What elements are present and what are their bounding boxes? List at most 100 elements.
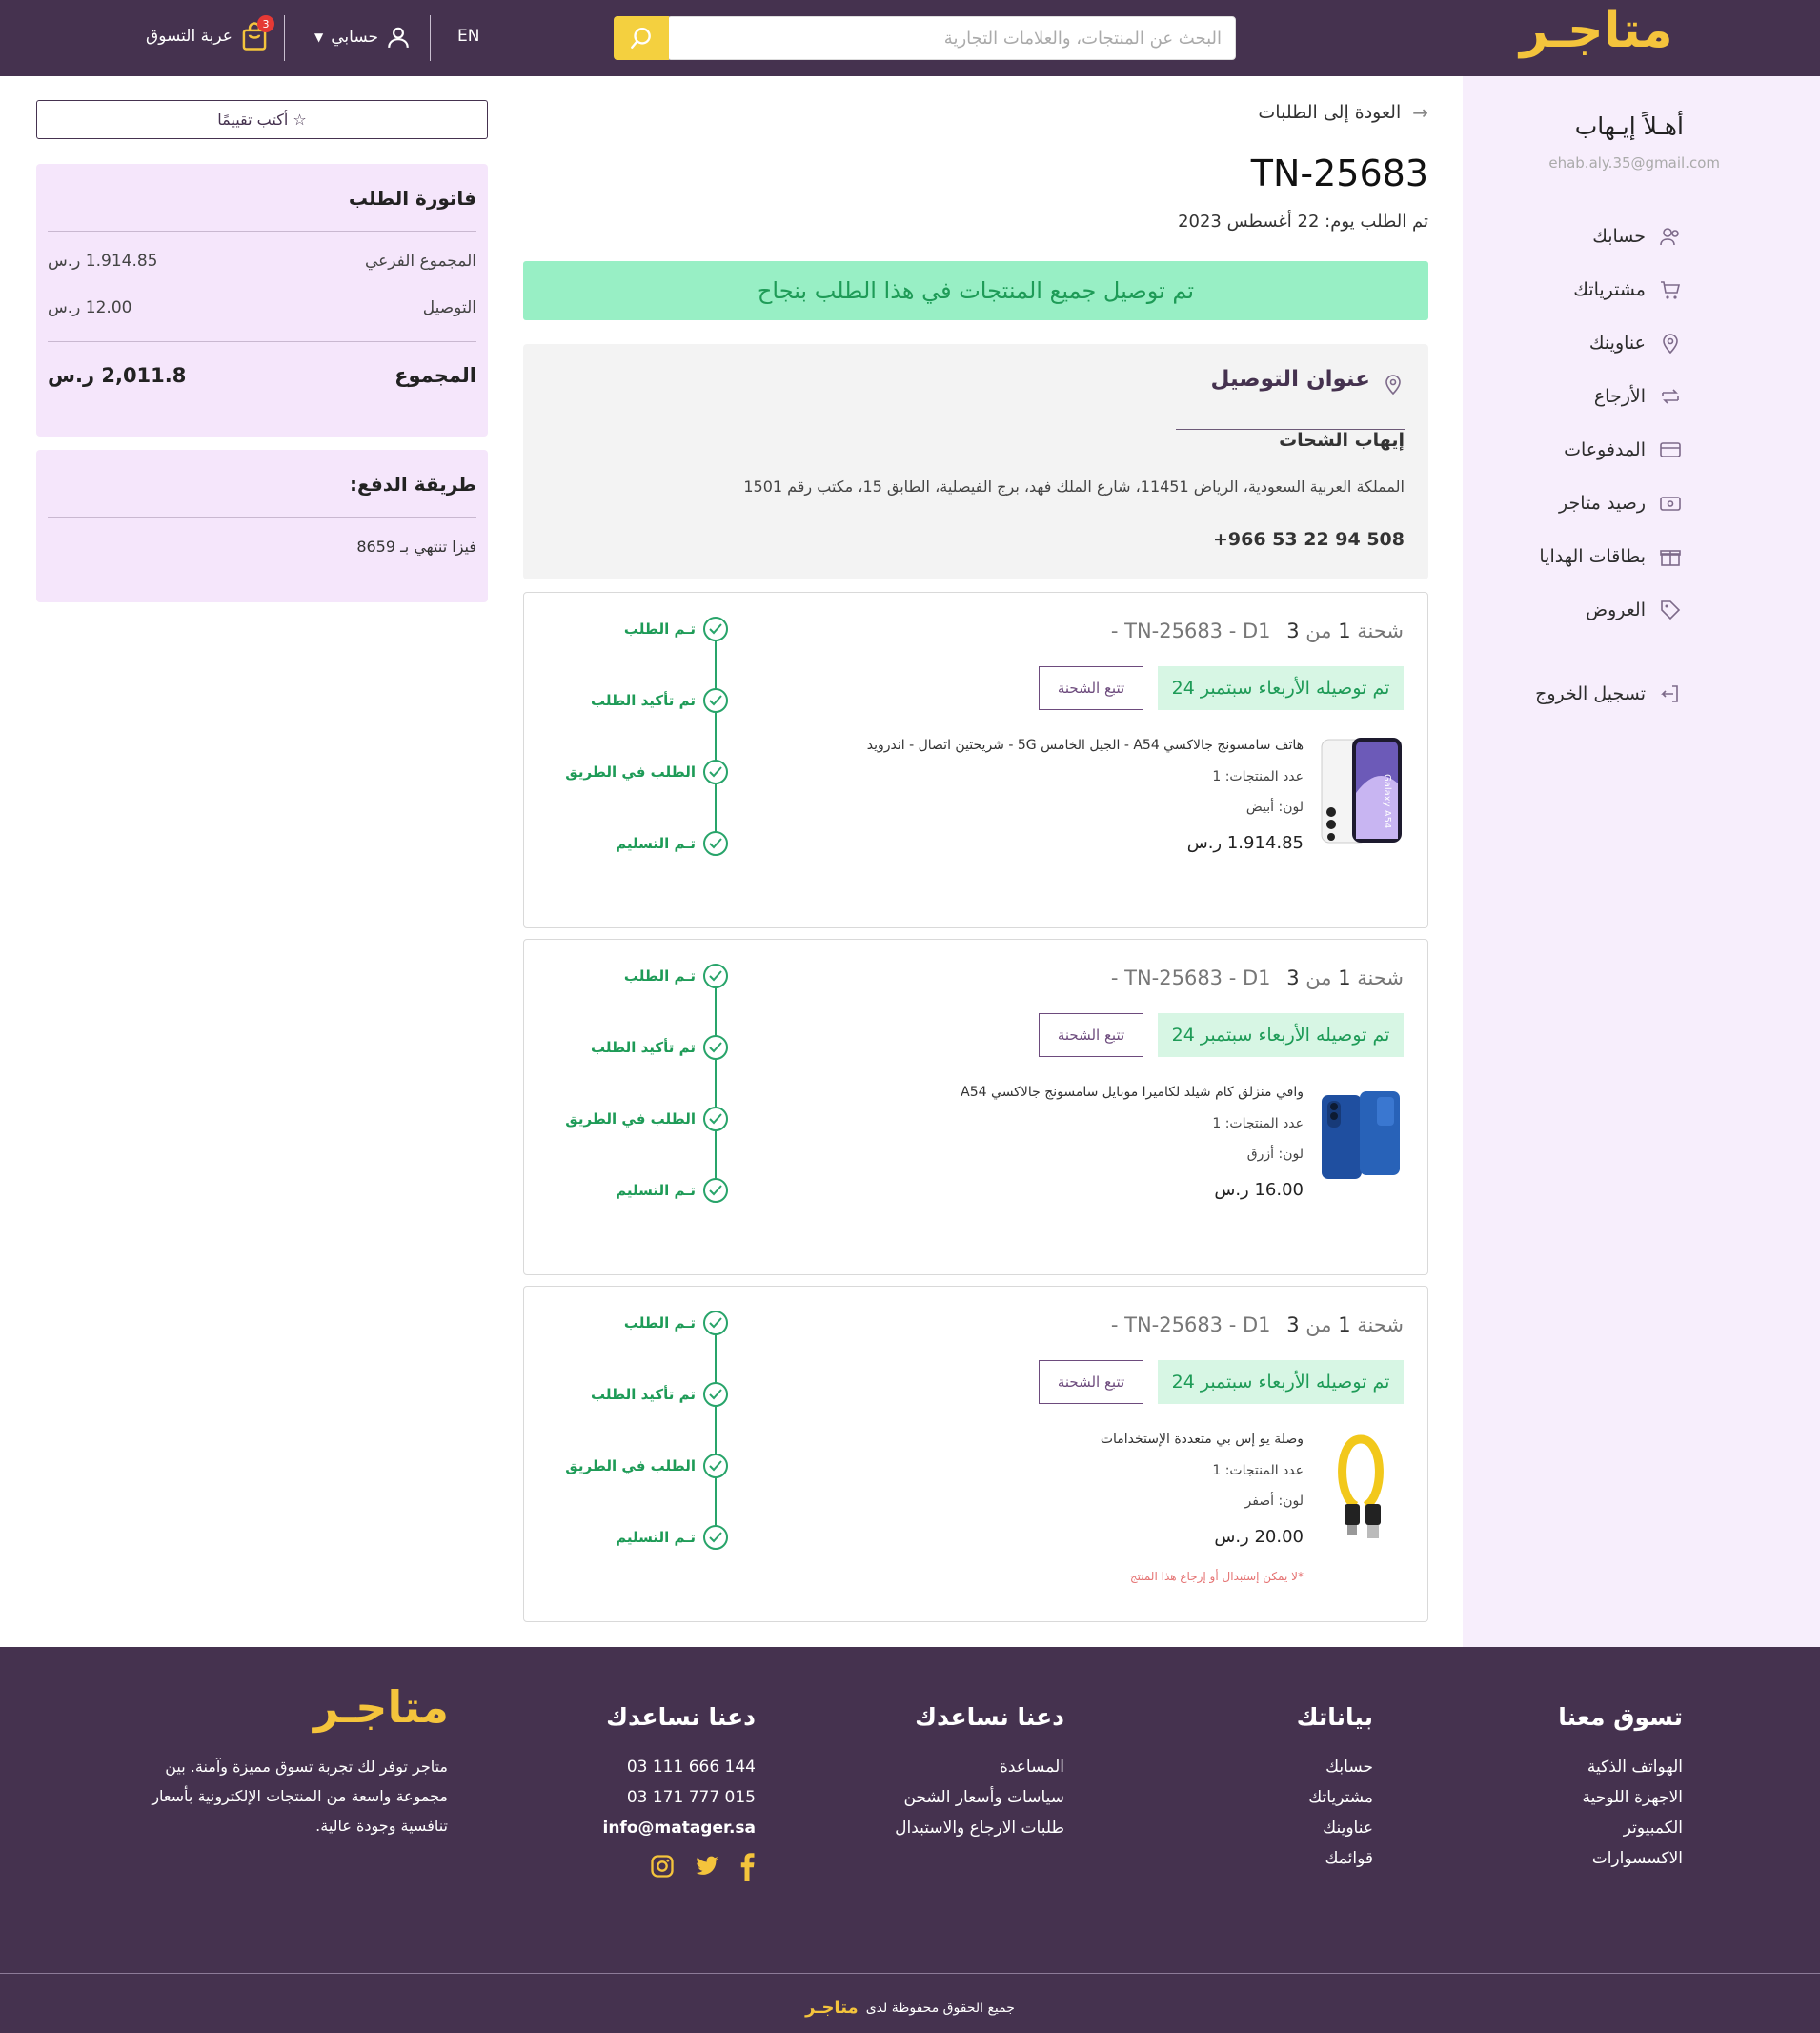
footer-link[interactable]: الكمبيوتر: [1624, 1819, 1683, 1838]
check-circle-icon: [703, 1107, 728, 1131]
product-color: لون: أبيض: [1245, 800, 1304, 815]
footer-link[interactable]: قوائمك: [1325, 1849, 1373, 1868]
footer-email[interactable]: info@matager.sa: [603, 1819, 757, 1838]
track-shipment-button[interactable]: تتبع الشحنة: [1039, 666, 1143, 710]
svg-text:Galaxy A54: Galaxy A54: [1382, 774, 1392, 828]
check-circle-icon: [703, 1382, 728, 1407]
timeline-step-confirmed: تم تأكيد الطلب: [590, 1039, 696, 1056]
search-input[interactable]: [688, 17, 1222, 59]
footer-about-line: تنافسية وجودة عالية.: [315, 1817, 448, 1835]
sidebar-item-offers[interactable]: العروض: [1586, 599, 1682, 621]
search-icon: [631, 28, 651, 49]
check-circle-icon: [703, 1525, 728, 1550]
divider: [0, 1973, 1820, 1974]
footer-link[interactable]: الاكسسوارات: [1592, 1849, 1683, 1868]
sidebar-item-returns[interactable]: الأرجاع: [1594, 385, 1682, 408]
sidebar-item-addresses[interactable]: عناوينك: [1589, 332, 1682, 355]
cart-button[interactable]: عربة التسوق 3: [146, 15, 274, 51]
instagram-icon[interactable]: [649, 1853, 676, 1880]
track-shipment-button[interactable]: تتبع الشحنة: [1039, 1013, 1143, 1057]
product-name[interactable]: هاتف سامسونج جالاكسي A54 - الجيل الخامس …: [867, 738, 1304, 753]
non-returnable-note: *لا يمكن إستبدال أو إرجاع هذا المنتج: [1129, 1570, 1304, 1583]
card-icon: [1660, 442, 1681, 457]
timeline-step-confirmed: تم تأكيد الطلب: [590, 1386, 696, 1403]
timeline-step-on-the-way: الطلب في الطريق: [565, 1110, 696, 1128]
top-navbar: متاجـر EN ▼ حسابي عربة التسوق 3: [0, 0, 1820, 76]
check-circle-icon: [703, 688, 728, 713]
timeline-step-delivered: تـم التسليم: [616, 1529, 696, 1546]
logout-icon: [1661, 685, 1678, 702]
facebook-icon[interactable]: [738, 1852, 756, 1881]
shipping-label: التوصيل: [422, 298, 476, 317]
product-qty: عدد المنتجات: 1: [1212, 769, 1304, 784]
shipping-value: 12.00 ر.س: [48, 298, 132, 317]
address-title-text: عنوان التوصيل: [1210, 367, 1370, 392]
product-image-phone[interactable]: Galaxy A54: [1318, 736, 1404, 845]
site-footer: تسوق معنا الهواتف الذكية الاجهزة اللوحية…: [0, 1647, 1820, 2033]
footer-link[interactable]: حسابك: [1325, 1758, 1373, 1777]
wallet-icon: [1660, 497, 1681, 511]
language-switch[interactable]: EN: [457, 27, 479, 46]
twitter-icon[interactable]: [693, 1853, 721, 1880]
footer-link[interactable]: مشترياتك: [1308, 1788, 1373, 1807]
timeline-step-ordered: تـم الطلب: [623, 967, 696, 985]
sidebar-item-label: عناوينك: [1588, 333, 1646, 354]
footer-link[interactable]: المساعدة: [1000, 1758, 1064, 1777]
sidebar-item-purchases[interactable]: مشترياتك: [1573, 278, 1682, 301]
copyright-text: جميع الحقوق محفوظة لدى: [865, 2000, 1015, 2016]
user-email: ehab.aly.35@gmail.com: [1548, 154, 1720, 172]
footer-about-line: متاجر توفر لك تجربة تسوق مميزة وآمنة. بي…: [165, 1758, 448, 1776]
shipment-card: شحنة 1 من 3 TN-25683 - D1 - تم توصيله ال…: [523, 939, 1428, 1275]
footer-phone[interactable]: 03 111 666 144: [627, 1758, 756, 1777]
timeline-step-ordered: تـم الطلب: [623, 620, 696, 638]
back-to-orders-link[interactable]: → العودة إلى الطلبات: [1258, 101, 1428, 124]
caret-down-icon: ▼: [314, 30, 324, 44]
divider: [48, 341, 476, 342]
footer-phone[interactable]: 03 171 777 015: [627, 1788, 756, 1807]
check-circle-icon: [703, 831, 728, 856]
location-icon: [1663, 334, 1678, 355]
sidebar-item-label: بطاقات الهدايا: [1539, 546, 1646, 567]
timeline-step-confirmed: تم تأكيد الطلب: [590, 692, 696, 709]
footer-heading-help: دعنا نساعدك: [915, 1703, 1064, 1731]
footer-link[interactable]: سياسات وأسعار الشحن: [903, 1788, 1064, 1807]
check-circle-icon: [703, 1178, 728, 1203]
delivery-address-card: عنوان التوصيل إيهاب الشحات المملكة العرب…: [523, 344, 1428, 579]
sidebar-item-label: رصيد متاجر: [1559, 493, 1646, 514]
payment-method-card: طريقة الدفع: فيزا تنتهي بـ 8659: [36, 450, 488, 602]
sidebar-item-balance[interactable]: رصيد متاجر: [1559, 492, 1682, 515]
sidebar-item-payments[interactable]: المدفوعات: [1564, 438, 1682, 461]
shipment-status-badge: تم توصيله الأربعاء سبتمبر 24: [1158, 1013, 1404, 1057]
shipment-title: شحنة 1 من 3 TN-25683 - D1 -: [1110, 1313, 1404, 1336]
invoice-card: فاتورة الطلب المجموع الفرعي 1.914.85 ر.س…: [36, 164, 488, 437]
footer-link[interactable]: الاجهزة اللوحية: [1582, 1788, 1683, 1807]
search-button[interactable]: [614, 16, 669, 60]
sidebar-item-account[interactable]: حسابك: [1592, 225, 1682, 248]
account-menu[interactable]: ▼ حسابي: [314, 25, 411, 50]
product-name[interactable]: وصلة يو إس بي متعددة الإستخدامات: [1101, 1432, 1304, 1447]
account-sidebar: أهـلاً إيـهاب ehab.aly.35@gmail.com حساب…: [1463, 76, 1820, 1647]
site-logo[interactable]: متاجـر: [1520, 2, 1673, 59]
social-links: [649, 1852, 756, 1881]
delivered-banner-text: تم توصيل جميع المنتجات في هذا الطلب بنجا…: [757, 277, 1195, 304]
check-circle-icon: [703, 964, 728, 988]
sidebar-item-label: الأرجاع: [1593, 386, 1646, 407]
write-review-button[interactable]: أكتب تقييمًا ☆: [36, 100, 488, 139]
product-name[interactable]: واقي منزلق كام شيلد لكاميرا موبايل سامسو…: [961, 1085, 1304, 1100]
shipment-status-badge: تم توصيله الأربعاء سبتمبر 24: [1158, 1360, 1404, 1404]
cart-icon: [1661, 281, 1681, 299]
users-icon: [1660, 228, 1679, 246]
product-image-case[interactable]: [1318, 1088, 1404, 1197]
footer-about-line: مجموعة واسعة من المنتجات الإلكترونية بأس…: [152, 1787, 448, 1805]
recipient-name: إيهاب الشحات: [1279, 430, 1405, 451]
footer-link[interactable]: الهواتف الذكية: [1587, 1758, 1683, 1777]
sidebar-item-label: مشترياتك: [1573, 279, 1646, 300]
footer-link[interactable]: طلبات الارجاع والاستبدال: [895, 1819, 1064, 1838]
timeline-line: [715, 631, 717, 845]
logout-button[interactable]: تسجيل الخروج: [1535, 682, 1682, 705]
cart-label: عربة التسوق: [146, 27, 233, 46]
footer-link[interactable]: عناوينك: [1323, 1819, 1373, 1838]
track-shipment-button[interactable]: تتبع الشحنة: [1039, 1360, 1143, 1404]
sidebar-item-gift-cards[interactable]: بطاقات الهدايا: [1539, 545, 1682, 568]
product-image-cable[interactable]: [1318, 1430, 1404, 1539]
